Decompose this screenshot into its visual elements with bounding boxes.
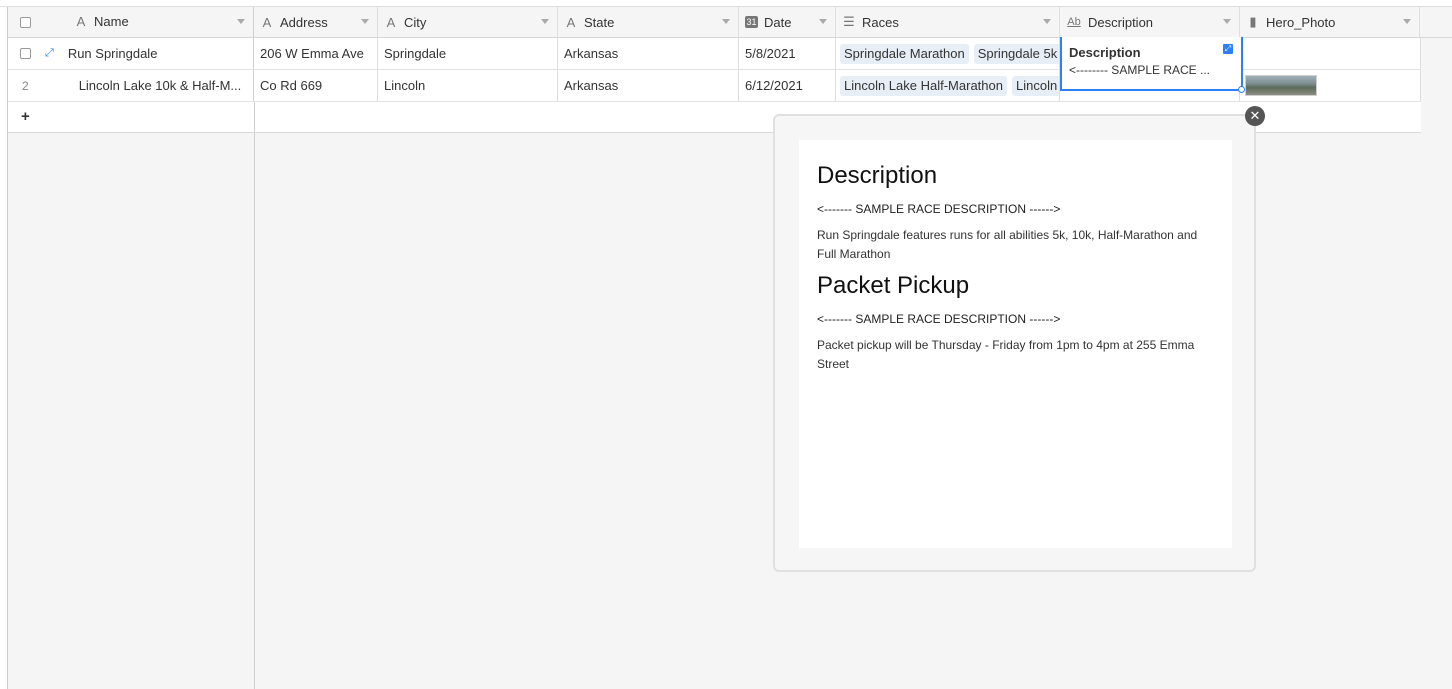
cell-date[interactable]: 6/12/2021 bbox=[739, 70, 836, 101]
column-header-name[interactable]: A Name bbox=[74, 14, 129, 29]
section-heading: Description bbox=[817, 162, 938, 189]
section-body: Run Springdale features runs for all abi… bbox=[817, 228, 1198, 261]
frozen-column-divider bbox=[254, 133, 255, 689]
chevron-down-icon[interactable] bbox=[361, 19, 369, 24]
column-header-description[interactable]: Ab Description bbox=[1060, 7, 1240, 37]
race-pill: Lincoln bbox=[1011, 75, 1059, 96]
chevron-down-icon[interactable] bbox=[722, 19, 730, 24]
cell-races[interactable]: Lincoln Lake Half-Marathon Lincoln bbox=[836, 70, 1060, 101]
section-body: Packet pickup will be Thursday - Friday … bbox=[817, 338, 1195, 371]
top-bar bbox=[0, 0, 1452, 7]
cell-address[interactable]: Co Rd 669 bbox=[254, 70, 378, 101]
description-editor-snippet: <-------- SAMPLE RACE ... bbox=[1069, 63, 1211, 77]
text-icon: A bbox=[262, 14, 272, 30]
description-cell-editor[interactable]: Description <-------- SAMPLE RACE ... ⤢ bbox=[1060, 37, 1245, 93]
select-all-cell: A Name bbox=[8, 7, 254, 37]
chevron-down-icon[interactable] bbox=[541, 19, 549, 24]
text-icon: A bbox=[386, 14, 396, 30]
hero-photo-thumbnail[interactable] bbox=[1245, 75, 1317, 96]
attachment-icon: ▮ bbox=[1249, 14, 1257, 29]
column-header-state[interactable]: A State bbox=[558, 7, 739, 37]
row-number: 2 bbox=[22, 78, 29, 93]
add-row-button[interactable]: + bbox=[21, 108, 30, 125]
row-select-cell: ⤢ Run Springdale bbox=[8, 38, 254, 69]
close-icon[interactable]: ✕ bbox=[1245, 106, 1265, 126]
calendar-icon: 31 bbox=[745, 16, 758, 28]
section-subtitle: <------- SAMPLE RACE DESCRIPTION ------> bbox=[817, 202, 1061, 216]
row-select-cell: 2 Lincoln Lake 10k & Half-M... bbox=[8, 70, 254, 101]
section-heading: Packet Pickup bbox=[817, 272, 970, 299]
long-text-icon: Ab bbox=[1067, 16, 1081, 28]
column-header-date[interactable]: 31 Date bbox=[739, 7, 836, 37]
grid-header: A Name A Address A City A State 31 Date … bbox=[8, 7, 1452, 38]
column-header-city[interactable]: A City bbox=[378, 7, 558, 37]
chevron-down-icon[interactable] bbox=[1403, 19, 1411, 24]
chevron-down-icon[interactable] bbox=[1223, 19, 1231, 24]
description-expanded-popup: Description <------- SAMPLE RACE DESCRIP… bbox=[773, 114, 1256, 572]
text-icon: A bbox=[566, 14, 576, 30]
row-checkbox[interactable] bbox=[20, 48, 31, 59]
expand-record-icon[interactable]: ⤢ bbox=[45, 47, 54, 60]
select-all-checkbox[interactable] bbox=[20, 16, 31, 28]
column-header-races[interactable]: ☰ Races bbox=[836, 7, 1060, 37]
frozen-column-divider bbox=[254, 102, 255, 132]
cell-address[interactable]: 206 W Emma Ave bbox=[254, 38, 378, 69]
section-subtitle: <------- SAMPLE RACE DESCRIPTION ------> bbox=[817, 312, 1061, 326]
description-preview: Description <------- SAMPLE RACE DESCRIP… bbox=[799, 140, 1232, 548]
cell-city[interactable]: Springdale bbox=[378, 38, 558, 69]
chevron-down-icon[interactable] bbox=[819, 19, 827, 24]
chevron-down-icon[interactable] bbox=[237, 19, 245, 24]
cell-races[interactable]: Springdale Marathon Springdale 5k bbox=[836, 38, 1060, 69]
cell-city[interactable]: Lincoln bbox=[378, 70, 558, 101]
description-editor-title: Description bbox=[1069, 45, 1141, 60]
cell-date[interactable]: 5/8/2021 bbox=[739, 38, 836, 69]
race-pill: Lincoln Lake Half-Marathon bbox=[840, 75, 1007, 96]
column-header-hero-photo[interactable]: ▮ Hero_Photo bbox=[1240, 7, 1420, 37]
race-pill: Springdale 5k bbox=[973, 43, 1059, 64]
cell-name[interactable]: Lincoln Lake 10k & Half-M... bbox=[79, 78, 242, 93]
column-header-address[interactable]: A Address bbox=[254, 7, 378, 37]
cell-name[interactable]: Run Springdale bbox=[68, 46, 158, 61]
race-pill: Springdale Marathon bbox=[840, 43, 969, 64]
expand-icon[interactable]: ⤢ bbox=[1223, 44, 1233, 54]
list-icon: ☰ bbox=[843, 14, 855, 29]
chevron-down-icon[interactable] bbox=[1043, 19, 1051, 24]
text-icon: A bbox=[76, 14, 86, 29]
cell-state[interactable]: Arkansas bbox=[558, 70, 739, 101]
left-edge bbox=[0, 7, 8, 689]
fill-handle[interactable] bbox=[1238, 86, 1245, 93]
cell-state[interactable]: Arkansas bbox=[558, 38, 739, 69]
cell-hero-photo[interactable] bbox=[1240, 38, 1421, 69]
